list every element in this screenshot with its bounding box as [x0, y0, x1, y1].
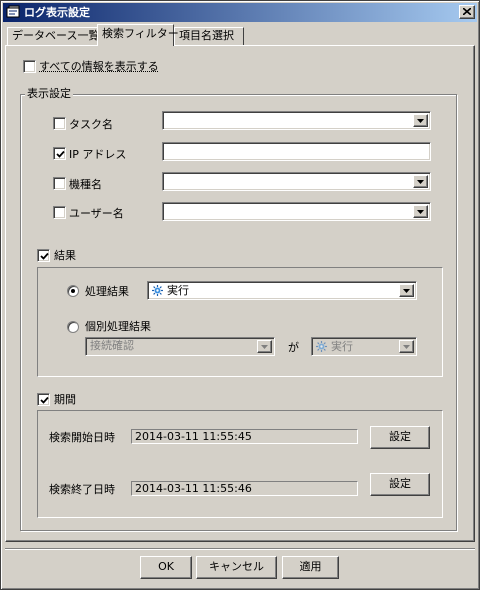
user-name-checkbox[interactable]	[53, 206, 66, 219]
tab-database-list[interactable]: データベース一覧	[7, 27, 100, 45]
search-end-value: 2014-03-11 11:55:46	[131, 481, 358, 496]
connector-text: が	[288, 341, 299, 354]
app-icon	[6, 5, 20, 18]
process-result-value: 実行	[167, 284, 189, 297]
individual-result-radio[interactable]	[67, 321, 79, 333]
process-result-label: 処理結果	[85, 285, 129, 298]
tab-label: 検索フィルター	[102, 27, 179, 40]
chevron-down-icon	[261, 345, 268, 349]
process-result-radio[interactable]	[67, 285, 79, 297]
process-result-dropdown-button[interactable]	[399, 284, 414, 297]
chevron-down-icon	[417, 119, 424, 123]
tab-label: データベース一覧	[12, 29, 100, 42]
cancel-button[interactable]: キャンセル	[196, 556, 277, 579]
individual-target-value: 接続確認	[90, 339, 134, 352]
individual-result-value: 実行	[331, 340, 353, 353]
chevron-down-icon	[403, 289, 410, 293]
display-settings-legend: 表示設定	[25, 87, 73, 100]
model-name-combobox[interactable]	[162, 172, 431, 191]
close-button[interactable]	[459, 5, 475, 19]
individual-target-combobox[interactable]: 接続確認	[85, 337, 275, 356]
check-icon	[40, 396, 49, 404]
search-start-set-button[interactable]: 設定	[370, 426, 430, 449]
check-icon	[40, 252, 49, 260]
show-all-label[interactable]: すべての情報を表示する	[39, 60, 159, 73]
check-icon	[56, 150, 65, 158]
ip-address-checkbox[interactable]	[53, 147, 66, 160]
window-title: ログ表示設定	[24, 6, 90, 19]
individual-result-combobox[interactable]: 実行	[311, 337, 417, 356]
dialog-window: ログ表示設定 データベース一覧 検索フィルター 項目名選択 すべての情報を表示す…	[0, 0, 480, 590]
tab-label: 項目名選択	[179, 29, 234, 42]
task-name-dropdown-button[interactable]	[413, 114, 428, 127]
ok-button[interactable]: OK	[140, 556, 192, 579]
chevron-down-icon	[417, 180, 424, 184]
search-start-value: 2014-03-11 11:55:45	[131, 429, 358, 444]
task-name-checkbox[interactable]	[53, 117, 66, 130]
gear-icon	[316, 341, 327, 352]
period-label: 期間	[54, 393, 76, 406]
chevron-down-icon	[403, 345, 410, 349]
close-icon	[463, 8, 471, 15]
user-name-label: ユーザー名	[69, 207, 124, 220]
search-end-label: 検索終了日時	[49, 483, 115, 496]
result-checkbox[interactable]	[37, 249, 50, 262]
model-name-dropdown-button[interactable]	[413, 175, 428, 188]
search-end-set-button[interactable]: 設定	[370, 473, 430, 496]
individual-result-dropdown-button[interactable]	[399, 340, 414, 353]
individual-target-dropdown-button[interactable]	[257, 340, 272, 353]
user-name-dropdown-button[interactable]	[413, 205, 428, 218]
apply-button[interactable]: 適用	[282, 556, 339, 579]
model-name-checkbox[interactable]	[53, 177, 66, 190]
show-all-checkbox[interactable]	[23, 60, 36, 73]
ip-address-input[interactable]	[162, 142, 431, 161]
individual-result-label: 個別処理結果	[85, 320, 151, 333]
task-name-label: タスク名	[69, 118, 113, 131]
footer-separator	[5, 548, 475, 550]
search-start-label: 検索開始日時	[49, 431, 115, 444]
tab-search-filter[interactable]: 検索フィルター	[97, 24, 179, 46]
gear-icon	[152, 285, 163, 296]
task-name-combobox[interactable]	[162, 111, 431, 130]
model-name-label: 機種名	[69, 178, 102, 191]
chevron-down-icon	[417, 210, 424, 214]
process-result-combobox[interactable]: 実行	[147, 281, 417, 300]
title-bar[interactable]: ログ表示設定	[3, 3, 477, 22]
ip-address-label: IP アドレス	[69, 148, 127, 161]
radio-selected-dot	[71, 289, 75, 293]
result-label: 結果	[54, 249, 76, 262]
tab-item-name-select[interactable]: 項目名選択	[174, 27, 244, 45]
period-checkbox[interactable]	[37, 393, 50, 406]
user-name-combobox[interactable]	[162, 202, 431, 221]
